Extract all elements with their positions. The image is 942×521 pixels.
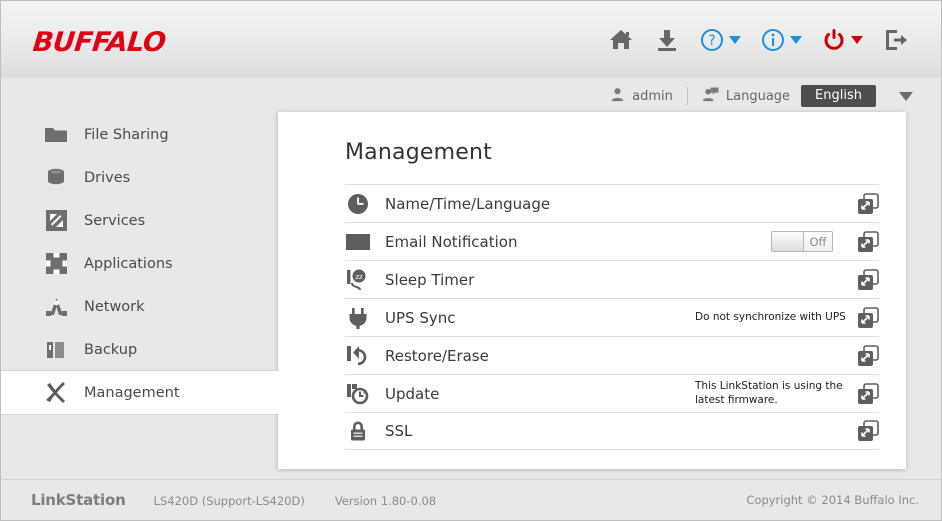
row-label: Restore/Erase (385, 347, 695, 365)
firmware-version: Version 1.80-0.08 (335, 494, 436, 508)
backup-icon (45, 339, 67, 361)
info-chevron-down-icon[interactable] (790, 36, 802, 44)
buffalo-linkstation-admin-window: BUFFALO ? (0, 0, 942, 521)
logout-icon[interactable] (873, 19, 919, 61)
toggle-label: Off (804, 232, 832, 251)
userbar-divider (687, 87, 688, 105)
restore-icon (345, 343, 371, 369)
app-footer: LinkStation LS420D (Support-LS420D) Vers… (1, 479, 941, 520)
sidebar-item-label: Applications (84, 256, 173, 272)
row-label: Name/Time/Language (385, 195, 695, 213)
expand-icon[interactable] (857, 345, 879, 367)
lock-icon (345, 418, 371, 444)
sidebar-item-label: Drives (84, 170, 130, 186)
download-icon[interactable] (644, 19, 690, 61)
row-label: SSL (385, 422, 695, 440)
current-user[interactable]: admin (600, 87, 683, 106)
sidebar-item-label: Management (84, 385, 180, 401)
table-row[interactable]: SSL (345, 412, 879, 450)
language-chevron-down-icon[interactable] (899, 92, 913, 101)
envelope-icon (345, 229, 371, 255)
table-row[interactable]: Update This LinkStation is using the lat… (345, 374, 879, 412)
folder-icon (45, 124, 67, 146)
power-plug-icon (345, 305, 371, 331)
row-label: Update (385, 385, 695, 403)
tools-icon (45, 382, 67, 404)
sidebar-item-network[interactable]: Network (1, 285, 279, 328)
sidebar-item-services[interactable]: Services (1, 199, 279, 242)
table-row[interactable]: UPS Sync Do not synchronize with UPS (345, 298, 879, 336)
sidebar-item-management[interactable]: Management (1, 371, 279, 414)
management-panel: Management Name/Time/Language Email Noti… (278, 112, 906, 469)
email-notification-toggle[interactable]: Off (771, 231, 833, 252)
user-bar: admin Language English (600, 79, 941, 113)
sidebar-item-applications[interactable]: Applications (1, 242, 279, 285)
table-row[interactable]: Email Notification Off (345, 222, 879, 260)
info-icon[interactable] (751, 19, 812, 61)
page-title: Management (278, 112, 906, 165)
row-label: Sleep Timer (385, 271, 695, 289)
sidebar-item-label: File Sharing (84, 127, 169, 143)
power-icon[interactable] (812, 19, 873, 61)
language-label: Language (726, 89, 790, 104)
expand-icon[interactable] (857, 269, 879, 291)
clock-icon (345, 191, 371, 217)
sidebar-item-backup[interactable]: Backup (1, 328, 279, 371)
table-row[interactable]: Name/Time/Language (345, 184, 879, 222)
toggle-knob (772, 232, 804, 251)
home-icon[interactable] (598, 19, 644, 61)
update-icon (345, 381, 371, 407)
expand-icon[interactable] (857, 193, 879, 215)
drive-icon (45, 167, 67, 189)
language-icon (702, 87, 719, 106)
user-name: admin (632, 89, 673, 104)
expand-icon[interactable] (857, 383, 879, 405)
management-list: Name/Time/Language Email Notification Of… (345, 184, 879, 450)
network-icon (45, 296, 67, 318)
row-status: Do not synchronize with UPS (695, 311, 847, 324)
help-icon[interactable]: ? (690, 19, 751, 61)
sidebar-item-file-sharing[interactable]: File Sharing (1, 113, 279, 156)
header-icon-group: ? (598, 19, 919, 61)
sidebar-item-label: Network (84, 299, 145, 315)
sleep-timer-icon: zz (345, 267, 371, 293)
power-chevron-down-icon[interactable] (851, 36, 863, 44)
sidebar-item-label: Services (84, 213, 145, 229)
row-status: This LinkStation is using the latest fir… (695, 380, 847, 406)
applications-icon (45, 253, 67, 275)
svg-text:zz: zz (355, 273, 363, 281)
sidebar-item-drives[interactable]: Drives (1, 156, 279, 199)
svg-text:?: ? (708, 33, 715, 49)
user-icon (610, 87, 625, 106)
table-row[interactable]: Restore/Erase (345, 336, 879, 374)
services-icon (45, 210, 67, 232)
expand-icon[interactable] (857, 420, 879, 442)
footer-left-group: LinkStation LS420D (Support-LS420D) Vers… (1, 491, 436, 509)
row-label: UPS Sync (385, 309, 695, 327)
app-header: BUFFALO ? (1, 1, 941, 78)
sidebar-nav: File Sharing Drives Services Application… (1, 113, 279, 414)
expand-icon[interactable] (857, 231, 879, 253)
language-value[interactable]: English (801, 85, 876, 107)
table-row[interactable]: zz Sleep Timer (345, 260, 879, 298)
product-brand: LinkStation (31, 491, 126, 509)
expand-icon[interactable] (857, 307, 879, 329)
buffalo-logo: BUFFALO (31, 27, 167, 58)
product-model: LS420D (Support-LS420D) (154, 494, 305, 508)
copyright-text: Copyright © 2014 Buffalo Inc. (746, 493, 941, 507)
help-chevron-down-icon[interactable] (729, 36, 741, 44)
language-selector[interactable]: Language English (692, 85, 923, 107)
row-label: Email Notification (385, 233, 771, 251)
sidebar-item-label: Backup (84, 342, 137, 358)
